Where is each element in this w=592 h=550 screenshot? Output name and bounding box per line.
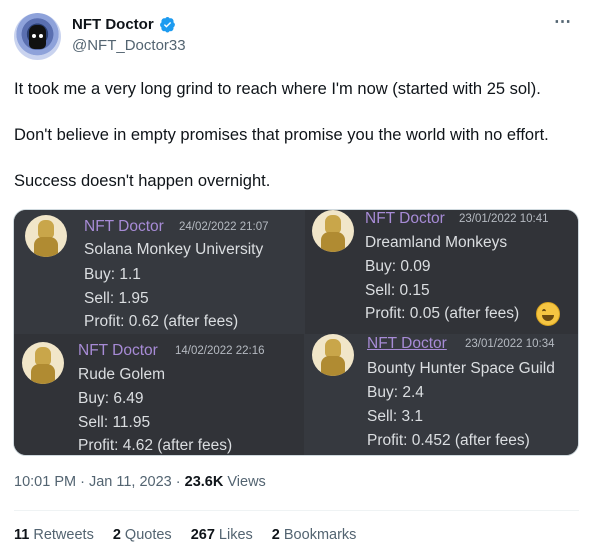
bot-avatar — [312, 210, 354, 252]
meta-separator: · — [171, 474, 185, 490]
message-author: NFT Doctor — [84, 218, 164, 235]
grinning-emoji-icon — [536, 302, 560, 326]
message-timestamp: 14/02/2022 22:16 — [175, 345, 265, 357]
buy-price: Buy: 0.09 — [365, 258, 431, 275]
buy-price: Buy: 1.1 — [84, 266, 141, 283]
avatar-face — [29, 25, 46, 49]
message-author: NFT Doctor — [78, 342, 158, 359]
bookmarks-label: Bookmarks — [279, 527, 357, 543]
views-count: 23.6K — [184, 474, 224, 490]
divider — [14, 510, 579, 511]
project-name: Bounty Hunter Space Guild — [367, 360, 555, 377]
project-name: Rude Golem — [78, 366, 166, 383]
likes-count: 267 — [190, 527, 215, 543]
tweet-time[interactable]: 10:01 PM — [14, 474, 76, 490]
message-timestamp: 23/01/2022 10:34 — [465, 338, 555, 350]
quotes-label: Quotes — [120, 527, 172, 543]
profit: Profit: 0.62 (after fees) — [84, 313, 239, 330]
discord-message: NFT Doctor 23/01/2022 10:41 Dreamland Mo… — [305, 210, 578, 334]
profit: Profit: 0.05 (after fees) — [365, 305, 520, 322]
display-name[interactable]: NFT Doctor — [72, 16, 154, 33]
likes-label: Likes — [214, 527, 253, 543]
message-author: NFT Doctor — [367, 335, 447, 352]
more-options-icon[interactable]: ⋯ — [554, 12, 572, 32]
attached-image[interactable]: NFT Doctor 24/02/2022 21:07 Solana Monke… — [13, 209, 579, 456]
buy-price: Buy: 2.4 — [367, 384, 424, 401]
tweet-text: It took me a very long grind to reach wh… — [14, 78, 579, 193]
buy-price: Buy: 6.49 — [78, 390, 144, 407]
name-row: NFT Doctor — [72, 16, 176, 33]
retweets-label: Retweets — [29, 527, 94, 543]
likes-stat[interactable]: 267 Likes — [191, 527, 253, 543]
bookmarks-stat[interactable]: 2 Bookmarks — [272, 527, 357, 543]
tweet-date[interactable]: Jan 11, 2023 — [89, 474, 172, 490]
sell-price: Sell: 0.15 — [365, 282, 430, 299]
discord-message: NFT Doctor 14/02/2022 22:16 Rude Golem B… — [14, 334, 304, 455]
avatar[interactable] — [14, 13, 61, 60]
bot-avatar — [312, 334, 354, 376]
handle[interactable]: @NFT_Doctor33 — [72, 37, 186, 54]
views-label: Views — [223, 474, 266, 490]
discord-message: NFT Doctor 23/01/2022 10:34 Bounty Hunte… — [304, 334, 578, 455]
sell-price: Sell: 11.95 — [78, 414, 151, 431]
quotes-stat[interactable]: 2 Quotes — [113, 527, 172, 543]
tweet-paragraph: Don't believe in empty promises that pro… — [14, 126, 549, 144]
retweets-count: 11 — [14, 527, 30, 543]
bot-avatar — [22, 342, 64, 384]
sell-price: Sell: 1.95 — [84, 290, 149, 307]
message-timestamp: 23/01/2022 10:41 — [459, 213, 549, 225]
bookmarks-count: 2 — [271, 527, 280, 543]
tweet-paragraph: It took me a very long grind to reach wh… — [14, 80, 541, 98]
profit: Profit: 4.62 (after fees) — [78, 437, 233, 454]
verified-badge-icon — [159, 16, 175, 33]
message-author: NFT Doctor — [365, 210, 445, 227]
profit: Profit: 0.452 (after fees) — [367, 432, 530, 449]
sell-price: Sell: 3.1 — [367, 408, 424, 425]
message-timestamp: 24/02/2022 21:07 — [179, 221, 269, 233]
engagement-stats: 11 Retweets 2 Quotes 267 Likes 2 Bookmar… — [14, 527, 356, 543]
meta-separator: · — [76, 474, 89, 490]
discord-message: NFT Doctor 24/02/2022 21:07 Solana Monke… — [14, 210, 295, 334]
tweet-meta: 10:01 PM · Jan 11, 2023 · 23.6K Views — [14, 474, 266, 490]
tweet-paragraph: Success doesn't happen overnight. — [14, 172, 271, 190]
quotes-count: 2 — [112, 527, 121, 543]
bot-avatar — [25, 215, 67, 257]
project-name: Solana Monkey University — [84, 241, 264, 258]
project-name: Dreamland Monkeys — [365, 234, 508, 251]
retweets-stat[interactable]: 11 Retweets — [14, 527, 94, 543]
